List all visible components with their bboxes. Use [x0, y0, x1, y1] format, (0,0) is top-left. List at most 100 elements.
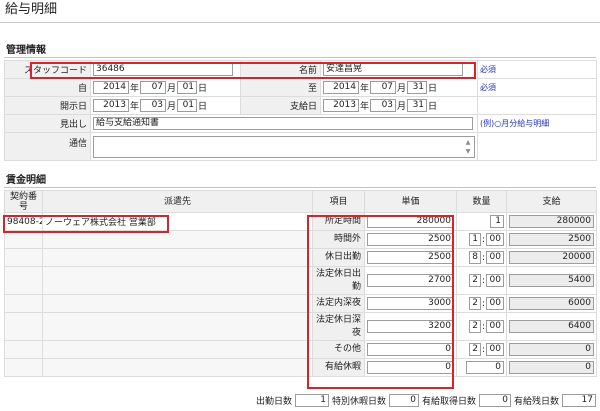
heading-example: (例)○月分給与明細 [477, 114, 597, 133]
unit-price-input[interactable]: 0 [367, 361, 454, 374]
qty-minutes-input[interactable]: 00 [486, 233, 504, 246]
name-cell: 安達昌晃 [320, 60, 478, 79]
unit-price-cell: 3000 [364, 294, 457, 313]
wage-table: 契約番号 派遣先 項目 単価 数量 支給 98408-2 ノーウェア株式会社 営… [4, 190, 597, 377]
header-item: 項目 [312, 190, 365, 213]
open-date-label: 開示日 [4, 96, 91, 115]
pay-cell: 20000 [506, 248, 597, 267]
item-label: その他 [312, 340, 365, 359]
to-year-input[interactable]: 2014 [323, 81, 359, 94]
qty-hours-input[interactable]: 2 [468, 320, 481, 333]
table-row: 法定休日深夜 3200 2:00 6400 [4, 312, 597, 341]
unit-price-cell: 3200 [364, 312, 457, 341]
qty-hours-input[interactable]: 8 [468, 251, 481, 264]
notes-textarea[interactable]: ▲ ▼ [93, 135, 475, 158]
dispatch-value: ノーウェア株式会社 営業部 [42, 212, 313, 231]
qty-minutes-input[interactable]: 00 [486, 274, 504, 287]
qty-cell: 0 [456, 358, 507, 377]
pay-date: 2013 年 03 月 31 日 [320, 96, 478, 115]
table-row: 法定内深夜 3000 2:00 6000 [4, 294, 597, 313]
pay-value: 2500 [509, 233, 594, 246]
item-label: 有給休暇 [312, 358, 365, 377]
unit-price-input[interactable]: 0 [367, 343, 454, 356]
open-day-input[interactable]: 01 [177, 99, 198, 112]
special-leave-label: 特別休暇日数 [331, 397, 386, 407]
unit-price-input[interactable]: 3200 [367, 320, 454, 333]
special-leave-input[interactable]: 0 [388, 394, 419, 407]
table-row: 休日出勤 2500 8:00 20000 [4, 248, 597, 267]
name-label: 名前 [240, 60, 321, 79]
name-input[interactable]: 安達昌晃 [323, 63, 463, 76]
notes-row: 通信 ▲ ▼ [4, 132, 597, 161]
qty-cell: 2:00 [456, 340, 507, 359]
pay-value: 0 [509, 343, 594, 356]
from-year-input[interactable]: 2014 [93, 81, 129, 94]
work-days-label: 出勤日数 [255, 397, 292, 407]
from-date: 2014 年 07 月 01 日 [90, 78, 241, 97]
paid-leave-input[interactable]: 0 [478, 394, 511, 407]
qty-cell: 1:00 [456, 230, 507, 249]
scroll-up-icon[interactable]: ▲ [463, 138, 473, 147]
notes-scrollbar[interactable]: ▲ ▼ [463, 138, 473, 156]
notes-cell: ▲ ▼ [90, 132, 478, 161]
qty-hours-input[interactable]: 1 [468, 233, 481, 246]
qty-minutes-input[interactable]: 00 [486, 320, 504, 333]
contract-no-value: 98408-2 [4, 212, 43, 231]
from-day-input[interactable]: 01 [177, 81, 198, 94]
staff-row: スタッフコード 36486 名前 安達昌晃 必須 [4, 60, 597, 79]
staff-code-input[interactable]: 36486 [93, 63, 233, 76]
paid-leave-label: 有給取得日数 [421, 397, 476, 407]
qty-cell: 2:00 [456, 294, 507, 313]
pay-cell: 2500 [506, 230, 597, 249]
qty-minutes-input[interactable]: 00 [486, 251, 504, 264]
table-row: 法定休日出勤 2700 2:00 5400 [4, 266, 597, 295]
period-row: 自 2014 年 07 月 01 日 至 2014 年 07 月 31 日 必須 [4, 78, 597, 97]
unit-price-input[interactable]: 2500 [367, 251, 454, 264]
unit-price-cell: 2700 [364, 266, 457, 295]
qty-minutes-input[interactable]: 00 [486, 297, 504, 310]
item-label: 法定休日深夜 [312, 312, 365, 341]
from-month-input[interactable]: 07 [140, 81, 167, 94]
empty-cell [477, 96, 597, 115]
table-row: 時間外 2500 1:00 2500 [4, 230, 597, 249]
open-year-input[interactable]: 2013 [93, 99, 129, 112]
item-label: 法定休日出勤 [312, 266, 365, 295]
pay-day-input[interactable]: 31 [407, 99, 428, 112]
scroll-down-icon[interactable]: ▼ [463, 147, 473, 156]
item-label: 時間外 [312, 230, 365, 249]
unit-price-input[interactable]: 280000 [367, 215, 454, 228]
qty-hours-input[interactable]: 2 [468, 297, 481, 310]
unit-price-input[interactable]: 2700 [367, 274, 454, 287]
paid-leave-remaining-input[interactable]: 17 [562, 394, 596, 407]
table-row: 98408-2 ノーウェア株式会社 営業部 所定時間 280000 1 2800… [4, 212, 597, 231]
required-note-2: 必須 [477, 78, 597, 97]
qty-hours-input[interactable]: 0 [466, 361, 504, 374]
pay-month-input[interactable]: 03 [370, 99, 397, 112]
pay-cell: 280000 [506, 212, 597, 231]
unit-price-cell: 2500 [364, 248, 457, 267]
heading-input[interactable]: 給与支給通知書 [93, 117, 473, 130]
unit-price-input[interactable]: 2500 [367, 233, 454, 246]
qty-hours-input[interactable]: 2 [468, 274, 481, 287]
to-label: 至 [240, 78, 321, 97]
qty-cell: 2:00 [456, 312, 507, 341]
qty-hours-input[interactable]: 1 [490, 215, 504, 228]
pay-value: 5400 [509, 274, 594, 287]
to-date: 2014 年 07 月 31 日 [320, 78, 478, 97]
qty-minutes-input[interactable]: 00 [486, 343, 504, 356]
from-label: 自 [4, 78, 91, 97]
to-day-input[interactable]: 31 [407, 81, 428, 94]
open-month-input[interactable]: 03 [140, 99, 167, 112]
pay-cell: 6000 [506, 294, 597, 313]
qty-cell: 2:00 [456, 266, 507, 295]
unit-price-cell: 0 [364, 340, 457, 359]
pay-year-input[interactable]: 2013 [323, 99, 359, 112]
page-title: 給与明細 [5, 2, 58, 17]
to-month-input[interactable]: 07 [370, 81, 397, 94]
header-pay: 支給 [506, 190, 597, 213]
unit-price-input[interactable]: 3000 [367, 297, 454, 310]
work-days-input[interactable]: 1 [294, 394, 329, 407]
qty-hours-input[interactable]: 2 [468, 343, 481, 356]
dates-row: 開示日 2013 年 03 月 01 日 支給日 2013 年 03 月 31 日 [4, 96, 597, 115]
heading-cell: 給与支給通知書 [90, 114, 478, 133]
